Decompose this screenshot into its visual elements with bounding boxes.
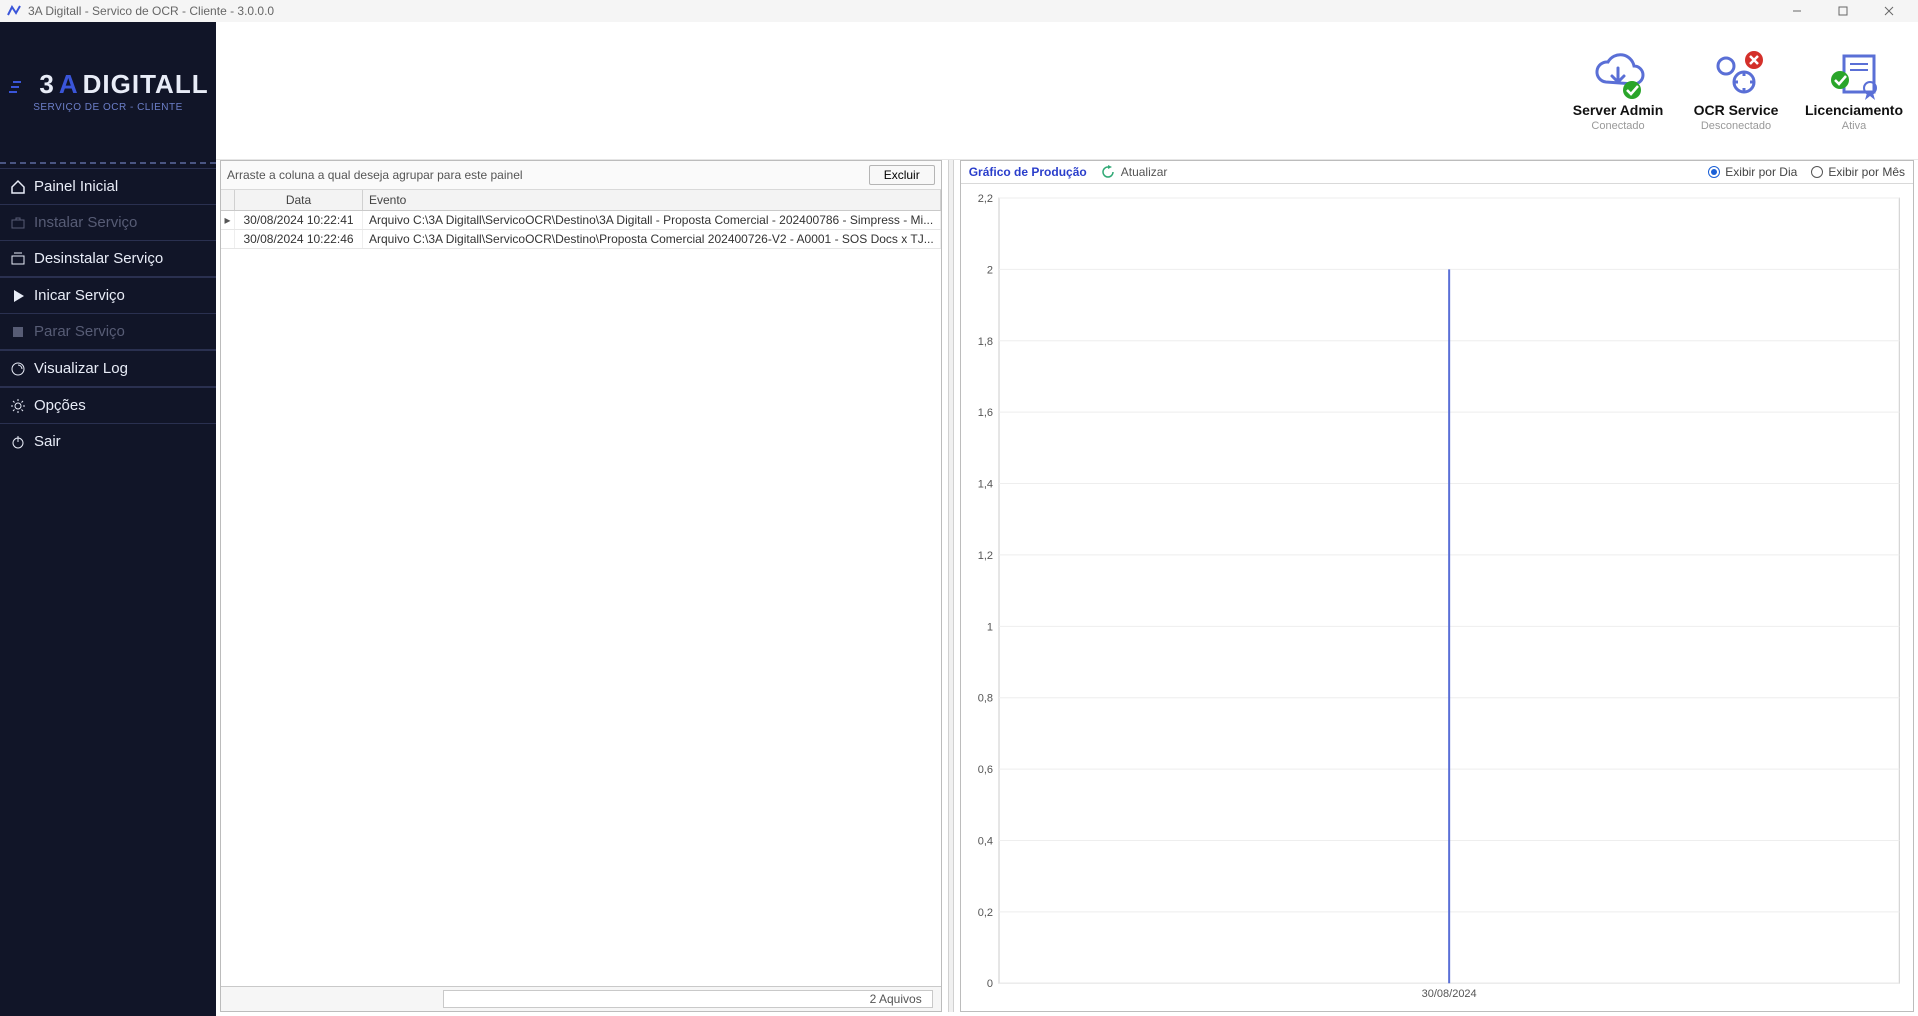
svg-text:1,2: 1,2 bbox=[977, 550, 992, 562]
sidebar-item-iniciar-servico[interactable]: Inicar Serviço bbox=[0, 276, 216, 313]
chart-header: Gráfico de Produção Atualizar Exibir por… bbox=[961, 161, 1913, 184]
status-sub: Conectado bbox=[1591, 120, 1644, 132]
svg-text:1,8: 1,8 bbox=[977, 336, 992, 348]
radio-exibir-por-dia[interactable]: Exibir por Dia bbox=[1708, 165, 1797, 179]
svg-text:30/08/2024: 30/08/2024 bbox=[1421, 988, 1476, 1000]
grid-row[interactable]: 30/08/2024 10:22:46 Arquivo C:\3A Digita… bbox=[221, 230, 941, 249]
svg-text:0: 0 bbox=[987, 978, 993, 990]
log-icon bbox=[10, 361, 26, 377]
sidebar-item-desinstalar-servico[interactable]: Desinstalar Serviço bbox=[0, 240, 216, 276]
svg-text:0,2: 0,2 bbox=[977, 907, 992, 919]
cell-evento: Arquivo C:\3A Digitall\ServicoOCR\Destin… bbox=[363, 211, 941, 229]
grid-header-data[interactable]: Data bbox=[235, 190, 363, 210]
logo-subtitle: SERVIÇO DE OCR - CLIENTE bbox=[33, 102, 183, 113]
grid-footer-count: 2 Aquivos bbox=[443, 990, 933, 1008]
sidebar-item-label: Opções bbox=[34, 397, 86, 414]
svg-text:0,4: 0,4 bbox=[977, 835, 992, 847]
cell-data: 30/08/2024 10:22:46 bbox=[235, 230, 363, 248]
refresh-label: Atualizar bbox=[1121, 165, 1168, 179]
svg-text:0,6: 0,6 bbox=[977, 764, 992, 776]
chart-title: Gráfico de Produção bbox=[969, 165, 1087, 179]
radio-label: Exibir por Mês bbox=[1828, 165, 1905, 179]
radio-dot-icon bbox=[1811, 166, 1823, 178]
grid-group-bar[interactable]: Arraste a coluna a qual deseja agrupar p… bbox=[221, 161, 941, 190]
cell-evento: Arquivo C:\3A Digitall\ServicoOCR\Destin… bbox=[363, 230, 941, 248]
radio-exibir-por-mes[interactable]: Exibir por Mês bbox=[1811, 165, 1905, 179]
sidebar-item-label: Instalar Serviço bbox=[34, 214, 137, 231]
sidebar: 3ADIGITALL SERVIÇO DE OCR - CLIENTE Pain… bbox=[0, 22, 216, 1016]
cell-data: 30/08/2024 10:22:41 bbox=[235, 211, 363, 229]
chart-area: 0 0,2 0,4 0,6 0,8 1 1,2 1,4 1,6 1,8 2 2,2 30/08/2024 bbox=[961, 184, 1913, 1011]
row-indicator-icon bbox=[221, 230, 235, 248]
window-maximize-button[interactable] bbox=[1820, 0, 1866, 22]
delete-button[interactable]: Excluir bbox=[869, 165, 935, 185]
sidebar-item-painel-inicial[interactable]: Painel Inicial bbox=[0, 168, 216, 204]
power-icon bbox=[10, 434, 26, 450]
logo-mark-icon bbox=[7, 74, 35, 96]
svg-text:1,4: 1,4 bbox=[977, 478, 992, 490]
grid-header-evento[interactable]: Evento bbox=[363, 190, 941, 210]
certificate-icon bbox=[1822, 48, 1886, 100]
logo-text-rest: DIGITALL bbox=[83, 69, 209, 100]
status-card-licenciamento: Licenciamento Ativa bbox=[1804, 48, 1904, 132]
radio-label: Exibir por Dia bbox=[1725, 165, 1797, 179]
splitter[interactable] bbox=[948, 160, 954, 1012]
sidebar-item-opcoes[interactable]: Opções bbox=[0, 386, 216, 423]
sidebar-nav: Painel Inicial Instalar Serviço Desinsta… bbox=[0, 168, 216, 459]
grid-header: Data Evento bbox=[221, 190, 941, 211]
grid-row[interactable]: ▸ 30/08/2024 10:22:41 Arquivo C:\3A Digi… bbox=[221, 211, 941, 230]
svg-text:1,6: 1,6 bbox=[977, 407, 992, 419]
stop-icon bbox=[10, 324, 26, 340]
svg-text:0,8: 0,8 bbox=[977, 692, 992, 704]
grid-body: ▸ 30/08/2024 10:22:41 Arquivo C:\3A Digi… bbox=[221, 211, 941, 986]
logo: 3ADIGITALL SERVIÇO DE OCR - CLIENTE bbox=[0, 22, 216, 160]
uninstall-icon bbox=[10, 251, 26, 267]
sidebar-item-parar-servico[interactable]: Parar Serviço bbox=[0, 313, 216, 349]
install-icon bbox=[10, 215, 26, 231]
sidebar-item-label: Painel Inicial bbox=[34, 178, 118, 195]
sidebar-item-label: Inicar Serviço bbox=[34, 287, 125, 304]
sidebar-item-label: Sair bbox=[34, 433, 61, 450]
grid-header-selector[interactable] bbox=[221, 190, 235, 210]
svg-text:2,2: 2,2 bbox=[977, 193, 992, 205]
window-minimize-button[interactable] bbox=[1774, 0, 1820, 22]
radio-dot-icon bbox=[1708, 166, 1720, 178]
svg-text:2: 2 bbox=[987, 264, 993, 276]
topbar: Server Admin Conectado OCR Service Desco… bbox=[216, 22, 1918, 160]
home-icon bbox=[10, 179, 26, 195]
status-sub: Ativa bbox=[1842, 120, 1866, 132]
chart-svg: 0 0,2 0,4 0,6 0,8 1 1,2 1,4 1,6 1,8 2 2,2 30/08/2024 bbox=[967, 192, 1907, 1005]
sidebar-item-sair[interactable]: Sair bbox=[0, 423, 216, 459]
status-label: Server Admin bbox=[1573, 102, 1664, 118]
status-label: OCR Service bbox=[1694, 102, 1779, 118]
play-icon bbox=[10, 288, 26, 304]
row-indicator-icon: ▸ bbox=[221, 211, 235, 229]
gears-icon bbox=[1704, 48, 1768, 100]
chart-pane: Gráfico de Produção Atualizar Exibir por… bbox=[960, 160, 1914, 1012]
grid-footer: 2 Aquivos bbox=[221, 986, 941, 1011]
sidebar-item-label: Visualizar Log bbox=[34, 360, 128, 377]
sidebar-item-visualizar-log[interactable]: Visualizar Log bbox=[0, 349, 216, 386]
sidebar-item-instalar-servico[interactable]: Instalar Serviço bbox=[0, 204, 216, 240]
sidebar-item-label: Desinstalar Serviço bbox=[34, 250, 163, 267]
status-card-server-admin: Server Admin Conectado bbox=[1568, 48, 1668, 132]
window-close-button[interactable] bbox=[1866, 0, 1912, 22]
window-titlebar: 3A Digitall - Servico de OCR - Cliente -… bbox=[0, 0, 1918, 22]
app-icon bbox=[6, 3, 22, 19]
refresh-button[interactable]: Atualizar bbox=[1101, 165, 1168, 179]
logo-text-prefix: 3 bbox=[39, 69, 54, 100]
refresh-icon bbox=[1101, 165, 1115, 179]
status-sub: Desconectado bbox=[1701, 120, 1771, 132]
main: Server Admin Conectado OCR Service Desco… bbox=[216, 22, 1918, 1016]
svg-text:1: 1 bbox=[987, 621, 993, 633]
status-card-ocr-service: OCR Service Desconectado bbox=[1686, 48, 1786, 132]
status-label: Licenciamento bbox=[1805, 102, 1903, 118]
gear-icon bbox=[10, 398, 26, 414]
logo-text-accent: A bbox=[59, 69, 79, 100]
window-title: 3A Digitall - Servico de OCR - Cliente -… bbox=[28, 4, 274, 18]
grid-group-hint: Arraste a coluna a qual deseja agrupar p… bbox=[227, 168, 523, 182]
events-grid-pane: Arraste a coluna a qual deseja agrupar p… bbox=[220, 160, 942, 1012]
sidebar-item-label: Parar Serviço bbox=[34, 323, 125, 340]
cloud-icon bbox=[1586, 48, 1650, 100]
